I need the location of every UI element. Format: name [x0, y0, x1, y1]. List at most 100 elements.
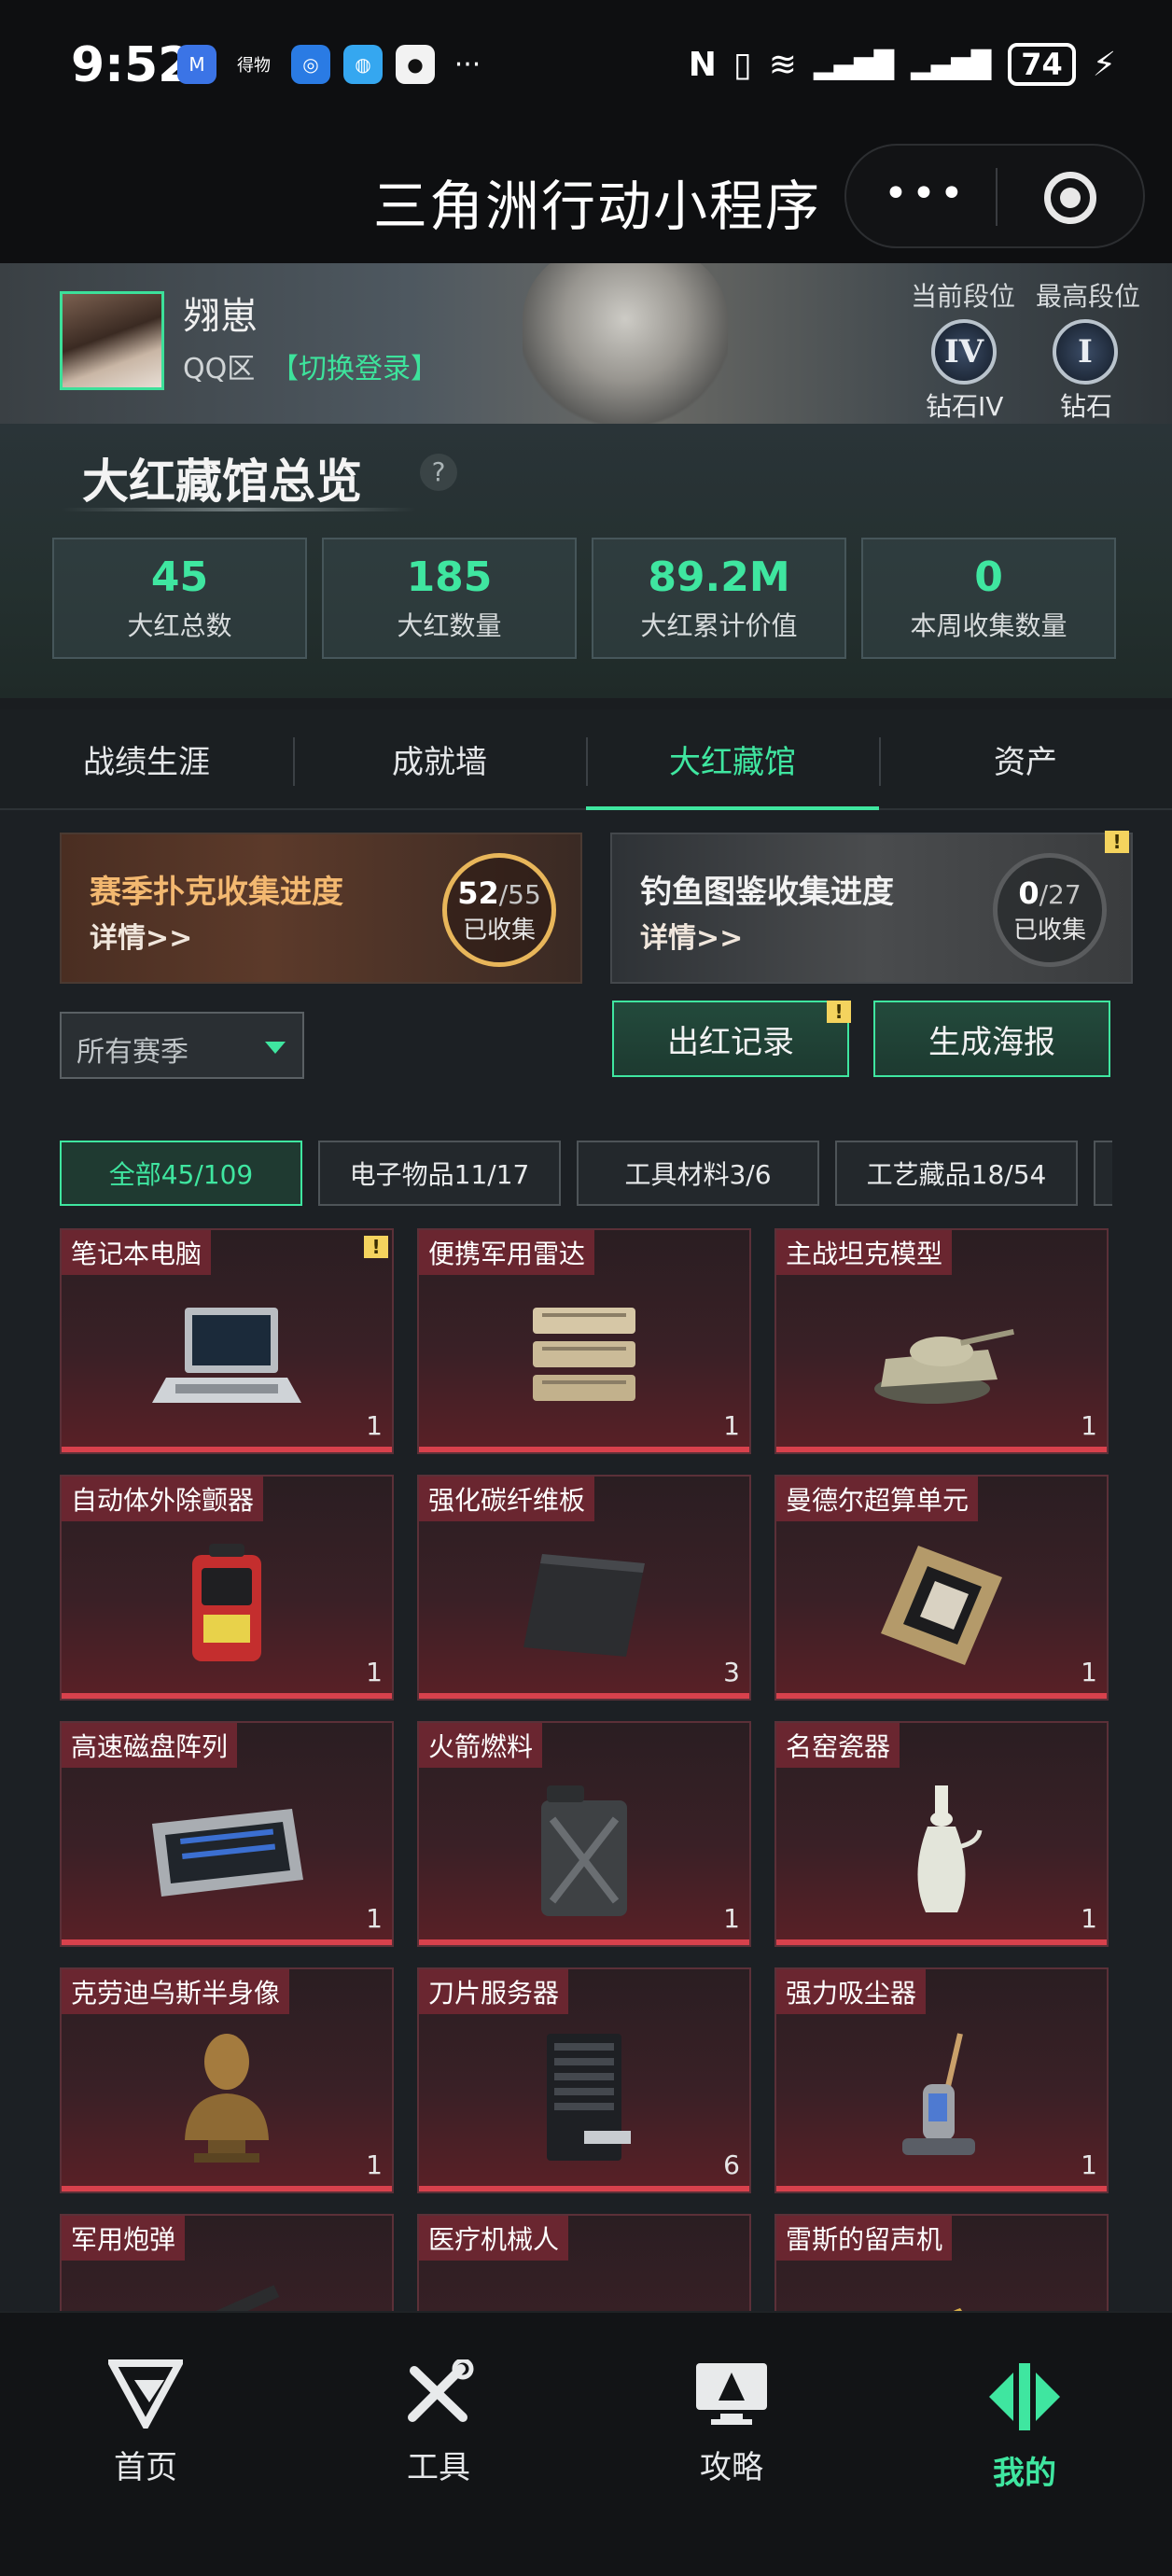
item-card[interactable]: 刀片服务器 6	[417, 1967, 751, 2193]
red-records-button[interactable]: 出红记录	[612, 1001, 849, 1077]
qq-icon: ●	[396, 45, 435, 84]
item-alert-icon: !	[364, 1236, 388, 1258]
avatar[interactable]	[60, 291, 164, 390]
chevron-down-icon	[265, 1042, 286, 1054]
capsule-divider	[996, 168, 998, 226]
stat-total-red: 45 大红总数	[52, 538, 307, 659]
category-all[interactable]: 全部45/109	[60, 1141, 302, 1206]
best-rank-label: 最高段位	[1036, 281, 1141, 312]
records-alert-icon: !	[827, 1001, 851, 1023]
season-select-value: 所有赛季	[77, 1036, 188, 1069]
item-card[interactable]: 强化碳纤维板 3	[417, 1475, 751, 1701]
fishing-detail-link[interactable]: 详情>>	[640, 915, 743, 956]
nav-tools[interactable]: 工具	[355, 2359, 523, 2487]
item-card[interactable]: 自动体外除颤器 1	[60, 1475, 394, 1701]
item-name: 曼德尔超算单元	[776, 1477, 979, 1521]
tab-assets[interactable]: 资产	[879, 709, 1172, 808]
nav-label: 工具	[407, 2449, 470, 2486]
username: 翙崽	[183, 295, 258, 338]
guide-icon	[696, 2363, 767, 2425]
item-card[interactable]: 强力吸尘器 1	[774, 1967, 1109, 2193]
charging-icon: ⚡	[1092, 45, 1116, 84]
poker-detail-link[interactable]: 详情>>	[90, 915, 192, 956]
fishing-progress-ring: 0/27 已收集	[993, 853, 1107, 967]
close-target-icon[interactable]	[1044, 172, 1096, 224]
nav-guide[interactable]: 攻略	[648, 2359, 816, 2487]
help-icon[interactable]: ?	[420, 454, 457, 491]
profile-header: 翙崽 QQ区 【切换登录】 当前段位 最高段位 IV I 钻石IV 钻石	[0, 263, 1172, 424]
status-indicators: N ▯ ≋ ▂▄▆█ ▂▄▆█ 74 ⚡	[689, 43, 1116, 86]
fishing-alert-icon: !	[1105, 831, 1129, 853]
collection-content: 赛季扑克收集进度 详情>> 52/55 已收集 钓鱼图鉴收集进度 详情>> 0/…	[0, 810, 1172, 2311]
diamond-best-rank-badge-icon: I	[1053, 319, 1118, 385]
status-time: 9:52	[71, 37, 192, 93]
stat-red-quantity: 185 大红数量	[322, 538, 577, 659]
fishing-total: /27	[1039, 878, 1081, 910]
item-name: 便携军用雷达	[419, 1230, 595, 1275]
category-filter: 全部45/109 电子物品11/17 工具材料3/6 工艺藏品18/54	[60, 1141, 1112, 1208]
main-tabs: 战绩生涯 成就墙 大红藏馆 资产	[0, 709, 1172, 810]
radar-icon	[533, 1308, 635, 1402]
category-crafted-collectibles[interactable]: 工艺藏品18/54	[835, 1141, 1078, 1206]
stat-total-value: 89.2M 大红累计价值	[592, 538, 846, 659]
item-name: 克劳迪乌斯半身像	[62, 1969, 290, 2014]
overview-title: 大红藏馆总览	[82, 455, 362, 509]
item-name: 笔记本电脑	[62, 1230, 212, 1275]
switch-login-link[interactable]: 【切换登录】	[271, 345, 439, 386]
item-card[interactable]: 医疗机械人	[417, 2214, 751, 2311]
category-tools-materials[interactable]: 工具材料3/6	[577, 1141, 819, 1206]
disk-array-icon	[152, 1809, 303, 1897]
stat-value: 0	[974, 553, 1003, 601]
mini-program-title-bar: 三角洲行动小程序 •••	[0, 131, 1172, 263]
collection-overview: 大红藏馆总览 ? 45 大红总数 185 大红数量 89.2M 大红累计价值 0…	[0, 424, 1172, 698]
item-card[interactable]: 主战坦克模型 1	[774, 1228, 1109, 1454]
item-name: 火箭燃料	[419, 1723, 543, 1768]
item-name: 军用炮弹	[62, 2216, 186, 2261]
item-card[interactable]: 克劳迪乌斯半身像 1	[60, 1967, 394, 2193]
item-card[interactable]: 笔记本电脑 ! 1	[60, 1228, 394, 1454]
stat-label: 大红累计价值	[640, 610, 798, 641]
item-name: 高速磁盘阵列	[62, 1723, 238, 1768]
poker-progress-card[interactable]: 赛季扑克收集进度 详情>> 52/55 已收集	[60, 833, 582, 984]
nav-mine[interactable]: 我的	[941, 2359, 1109, 2493]
category-electronics[interactable]: 电子物品11/17	[318, 1141, 561, 1206]
server-icon	[547, 2034, 631, 2162]
item-card[interactable]: 曼德尔超算单元 1	[774, 1475, 1109, 1701]
vacuum-icon	[902, 2033, 975, 2156]
item-card[interactable]: 便携军用雷达 1	[417, 1228, 751, 1454]
nav-label: 攻略	[700, 2449, 763, 2486]
defibrillator-icon	[192, 1544, 261, 1662]
tab-career[interactable]: 战绩生涯	[0, 709, 293, 808]
tab-red-collection[interactable]: 大红藏馆	[586, 709, 879, 810]
item-card[interactable]: 火箭燃料 1	[417, 1721, 751, 1947]
tab-achievements[interactable]: 成就墙	[293, 709, 586, 808]
fishing-collected-label: 已收集	[1012, 916, 1086, 945]
category-more[interactable]	[1094, 1141, 1112, 1206]
current-rank-name: 钻石IV	[926, 391, 1004, 422]
item-card[interactable]: 高速磁盘阵列 1	[60, 1721, 394, 1947]
page-title: 三角洲行动小程序	[373, 175, 822, 238]
porcelain-icon	[917, 1785, 983, 1913]
item-card[interactable]: 军用炮弹	[60, 2214, 394, 2311]
more-menu-button[interactable]: •••	[884, 170, 968, 217]
season-select[interactable]: 所有赛季	[60, 1012, 304, 1079]
poker-progress-count: 52/55	[457, 875, 541, 911]
fuel-can-icon	[541, 1785, 627, 1917]
fishing-progress-card[interactable]: 钓鱼图鉴收集进度 详情>> 0/27 已收集	[610, 833, 1133, 984]
generate-poster-button[interactable]: 生成海报	[873, 1001, 1110, 1077]
poker-progress-title: 赛季扑克收集进度	[90, 874, 343, 911]
item-card[interactable]: 名窑瓷器 1	[774, 1721, 1109, 1947]
poker-total: /55	[498, 878, 541, 910]
app-blue-icon: ◎	[291, 45, 330, 84]
item-card[interactable]: 雷斯的留声机	[774, 2214, 1109, 2311]
background-wolf-art	[523, 263, 728, 424]
more-notifications-icon: ···	[453, 48, 481, 81]
nav-home[interactable]: 首页	[62, 2359, 230, 2487]
item-count: 1	[366, 1657, 383, 1687]
dewu-icon: 得物	[237, 56, 271, 76]
mine-icon	[989, 2363, 1060, 2430]
battery-icon: 74	[1008, 43, 1076, 86]
stat-label: 本周收集数量	[910, 610, 1067, 641]
item-count: 6	[723, 2149, 740, 2180]
bust-icon	[185, 2034, 269, 2163]
